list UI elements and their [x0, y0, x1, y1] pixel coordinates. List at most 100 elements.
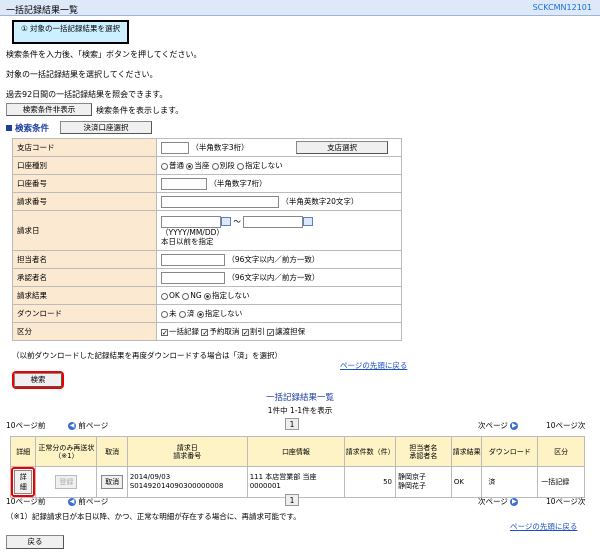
radio-current-label: 当座 [194, 161, 210, 170]
branch-code-label: 支店コード [12, 138, 157, 157]
approver-hint: （96文字以内／前方一致） [227, 272, 320, 282]
intro-line-1: 検索条件を入力後、「検索」ボタンを押してください。 [6, 50, 202, 59]
request-date-label: 請求日 [12, 210, 157, 251]
back-button[interactable]: 戻る [6, 535, 64, 549]
account-info: 111 本店営業部 当座 [249, 473, 317, 481]
checkbox-bulk-record[interactable]: ✓ [161, 328, 168, 336]
radio-separate[interactable] [211, 162, 219, 170]
download-label: ダウンロード [12, 304, 157, 323]
request-number-input[interactable] [161, 195, 279, 208]
radio-downloaded[interactable] [178, 310, 186, 318]
search-section-heading: 検索条件 [6, 122, 49, 134]
radio-not-downloaded-label: 未 [169, 309, 177, 318]
checkbox-discount[interactable]: ✓ [241, 328, 249, 336]
radio-ng-label: NG [190, 291, 202, 300]
request-number-hint: （半角英数字20文字） [281, 196, 359, 206]
account-number: 0000001 [249, 482, 281, 490]
page-top-link-bottom[interactable]: ページの先頭に戻る [510, 521, 577, 532]
page-number[interactable]: 1 [285, 418, 299, 430]
cancel-button[interactable]: 取消 [101, 475, 124, 489]
search-section-title: 検索条件 [15, 124, 50, 134]
request-number-label: 請求番号 [12, 192, 157, 211]
checkbox-collateral-label: 譲渡担保 [275, 327, 306, 336]
date-note: 本日以前を指定 [161, 236, 214, 246]
prev-page-bottom-label: 前ページ [78, 497, 109, 506]
approver-label: 承認者名 [12, 268, 157, 287]
approver-input[interactable] [161, 271, 225, 284]
radio-ok[interactable] [161, 292, 168, 300]
next-page-bottom[interactable]: 次ページ ▶ [478, 496, 519, 507]
approver-name: 静岡花子 [397, 482, 426, 490]
prev-page-bottom[interactable]: ◀ 前ページ [68, 496, 108, 507]
download-status: 済 [481, 466, 539, 498]
intro-line-3: 過去92日間の一括記録結果を照会できます。 [6, 90, 168, 99]
title-bar: 一括記録結果一覧 SCKCMN12101 [0, 0, 600, 16]
col-resend-label: 正常分のみ再送状（※1） [38, 443, 95, 460]
page-top-link[interactable]: ページの先頭に戻る [340, 360, 407, 371]
radio-separate-label: 別段 [219, 161, 235, 170]
arrow-right-icon: ▶ [510, 498, 519, 506]
search-button[interactable]: 検索 [14, 373, 62, 387]
checkbox-collateral[interactable]: ✓ [267, 328, 275, 336]
col-account: 口座情報 [246, 436, 346, 467]
screen-code: SCKCMN12101 [532, 3, 592, 12]
category-value: 一括記録 [537, 466, 585, 498]
radio-result-unspecified-label: 指定しない [212, 291, 250, 300]
branch-code-hint: （半角数字3桁） [191, 143, 249, 152]
person-input[interactable] [161, 253, 225, 266]
col-detail: 詳細 [9, 436, 37, 467]
branch-select-button[interactable]: 支店選択 [296, 141, 389, 154]
radio-result-unspecified[interactable] [204, 292, 212, 300]
detail-button-highlight: 詳細 [11, 467, 36, 497]
next-page-label: 次ページ [478, 421, 508, 430]
radio-not-downloaded[interactable] [161, 310, 168, 318]
page-number-bottom[interactable]: 1 [285, 494, 299, 506]
arrow-left-icon: ◀ [68, 498, 76, 506]
search-form: 支店コード （半角数字3桁） 支店選択 口座種別 普通 当座 別段 指定しない … [12, 138, 402, 341]
prev-10-pages[interactable]: 10ページ前 [6, 420, 45, 431]
radio-unspecified[interactable] [237, 162, 245, 170]
prev-10-pages-bottom[interactable]: 10ページ前 [6, 496, 45, 507]
person-hint: （96文字以内／前方一致） [227, 254, 320, 264]
calendar-icon[interactable] [221, 217, 231, 226]
calendar-icon[interactable] [303, 217, 314, 226]
radio-normal[interactable] [161, 162, 168, 170]
radio-ng[interactable] [182, 292, 190, 300]
account-type-radios: 普通 当座 別段 指定しない [156, 156, 402, 175]
checkbox-reservation-cancel[interactable]: ✓ [201, 328, 209, 336]
prev-page-label: 前ページ [78, 421, 109, 430]
account-number-hint: （半角数字7桁） [209, 178, 267, 188]
col-resend: 正常分のみ再送状（※1） [35, 436, 98, 467]
col-cancel: 取消 [96, 436, 128, 467]
request-count: 50 [344, 466, 396, 498]
radio-current[interactable] [186, 162, 194, 170]
col-category: 区分 [537, 436, 585, 467]
next-10-pages[interactable]: 10ページ次 [546, 420, 585, 431]
results-footnote: （※1）記録請求日が本日以降、かつ、正常な明細が存在する場合に、再請求可能です。 [6, 512, 301, 521]
detail-button[interactable]: 詳細 [14, 470, 33, 494]
next-page[interactable]: 次ページ ▶ [478, 420, 519, 431]
radio-download-unspecified[interactable] [196, 310, 204, 318]
col-date-number: 請求日 請求番号 [126, 436, 248, 467]
radio-downloaded-label: 済 [186, 309, 195, 318]
branch-code-input[interactable] [161, 142, 189, 154]
account-number-label: 口座番号 [12, 174, 157, 193]
request-date: 2014/09/03 [129, 473, 171, 481]
person-label: 担当者名 [12, 250, 157, 269]
arrow-right-icon: ▶ [510, 422, 519, 430]
results-count: 1件中 1-1件を表示 [267, 406, 333, 415]
account-select-button[interactable]: 決済口座選択 [60, 121, 152, 134]
result-label: 請求結果 [12, 286, 157, 305]
next-10-pages-bottom[interactable]: 10ページ次 [546, 496, 585, 507]
results-title: 一括記録結果一覧 [265, 393, 334, 403]
results-table: 詳細 正常分のみ再送状（※1） 取消 請求日 請求番号 口座情報 請求件数（件）… [9, 436, 585, 498]
date-to-input[interactable] [243, 215, 304, 228]
account-number-input[interactable] [161, 177, 207, 190]
col-result: 請求結果 [450, 436, 483, 467]
date-from-input[interactable] [161, 215, 221, 228]
checkbox-discount-label: 割引 [249, 327, 265, 336]
prev-page[interactable]: ◀ 前ページ [68, 420, 108, 431]
step-indicator: ① 対象の一括記録結果を選択 [12, 20, 129, 44]
radio-normal-label: 普通 [169, 161, 184, 170]
toggle-search-button[interactable]: 検索条件非表示 [6, 103, 92, 116]
